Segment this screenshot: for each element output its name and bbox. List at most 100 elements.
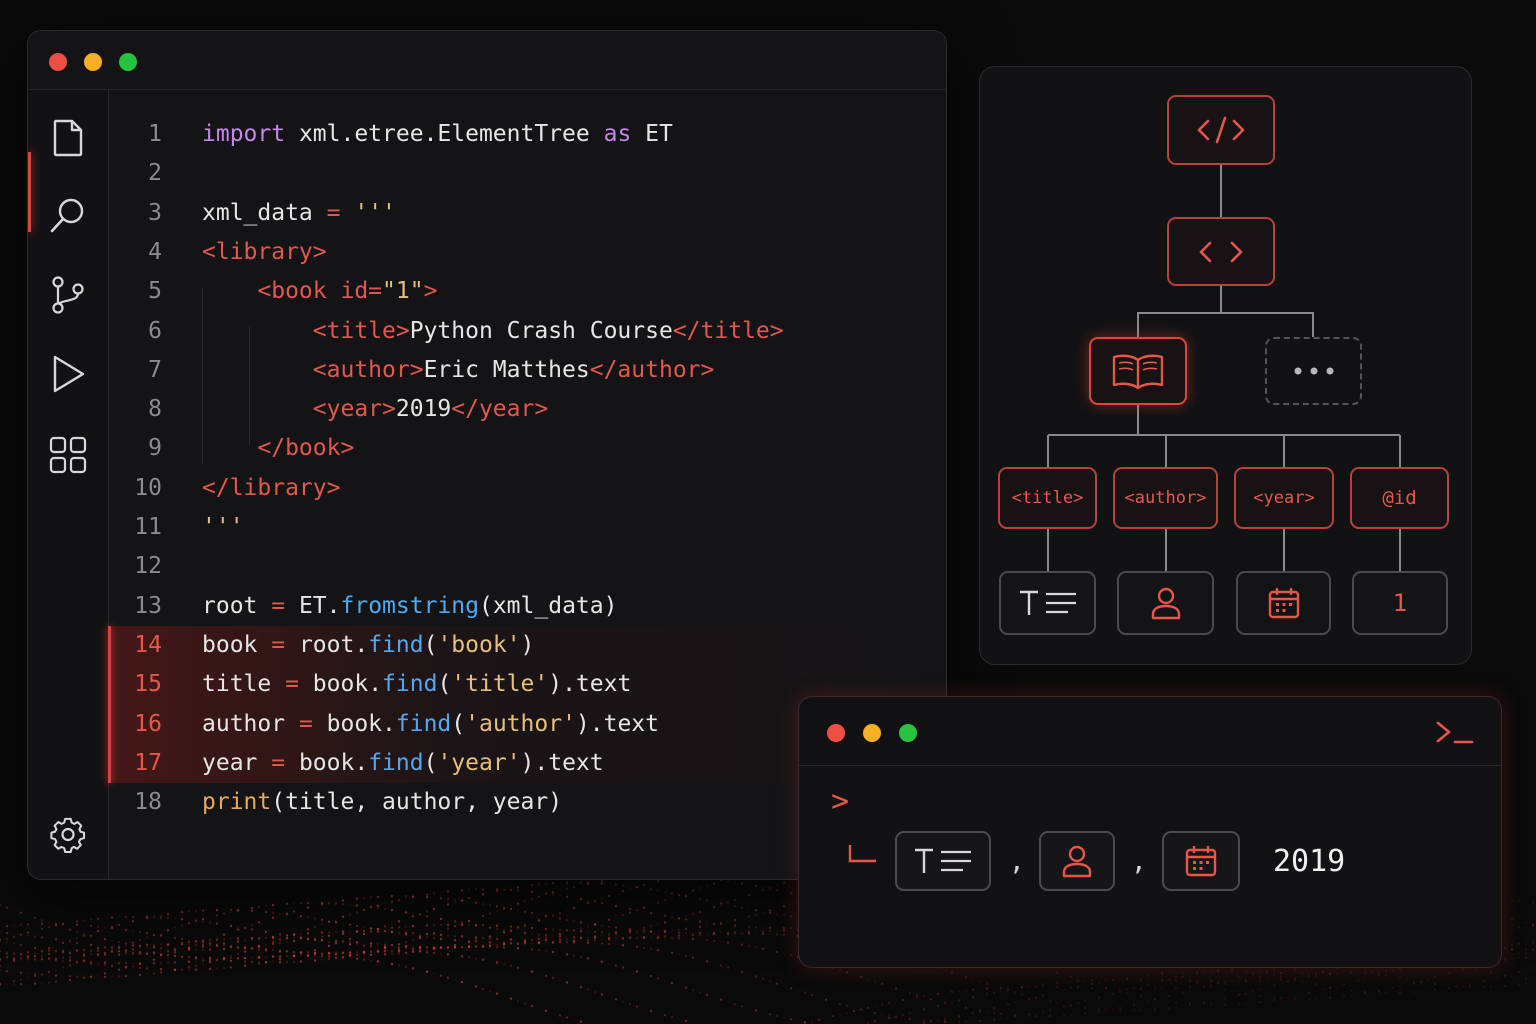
line-number: 6: [148, 317, 162, 344]
code-token: (: [423, 749, 438, 776]
code-token: <year>: [312, 396, 396, 423]
code-token: find: [368, 631, 424, 658]
code-text: </book>: [202, 429, 354, 468]
code-token: =: [326, 199, 341, 226]
open-book-icon: [1112, 354, 1164, 390]
code-line[interactable]: 14 book = root.find('book'): [108, 626, 946, 665]
code-line[interactable]: 7 <author>Eric Matthes</author>: [108, 351, 946, 390]
code-token: book: [202, 631, 272, 658]
run-icon[interactable]: [48, 354, 88, 394]
code-token: >: [423, 278, 438, 305]
ellipsis-icon: [1294, 367, 1333, 375]
author-element-node[interactable]: <author>: [1113, 467, 1218, 529]
code-text: author = book.find('author').text: [202, 705, 659, 744]
minimize-window-button[interactable]: [84, 53, 102, 71]
year-element-node[interactable]: <year>: [1234, 467, 1334, 529]
code-token: </library>: [202, 474, 341, 501]
code-text: book = root.find('book'): [202, 626, 534, 665]
code-token: 2019: [395, 396, 452, 423]
code-token: find: [382, 671, 438, 698]
code-token: fromstring: [340, 592, 479, 619]
extensions-icon[interactable]: [48, 435, 88, 475]
code-line[interactable]: 6 <title>Python Crash Course</title>: [108, 312, 946, 351]
code-token: xml.etree.ElementTree: [285, 121, 604, 147]
code-line[interactable]: 4 <library>: [108, 233, 946, 272]
author-value-node[interactable]: [1117, 571, 1214, 635]
source-control-icon[interactable]: [48, 275, 88, 315]
title-element-node[interactable]: <title>: [998, 467, 1097, 529]
code-text: root = ET.fromstring(xml_data): [202, 587, 617, 626]
search-icon[interactable]: [48, 195, 88, 235]
code-text: <year>2019</year>: [202, 390, 548, 429]
code-line[interactable]: 9 </book>: [108, 429, 946, 468]
book-element-node[interactable]: [1089, 337, 1187, 405]
code-token: <title>: [312, 317, 410, 344]
line-number: 18: [134, 789, 162, 816]
calendar-icon: [1185, 846, 1217, 877]
code-token: ET: [631, 121, 673, 147]
code-token: title: [202, 671, 286, 698]
line-number: 10: [134, 474, 162, 501]
code-token: as: [603, 121, 632, 147]
code-token: book.: [298, 671, 383, 698]
code-token: </book>: [257, 435, 355, 462]
code-line[interactable]: 2: [108, 154, 946, 193]
line-number: 5: [148, 278, 162, 305]
output-year-chip: [1162, 831, 1240, 891]
code-text: year = book.find('year').text: [202, 744, 604, 783]
text-icon: [1019, 590, 1076, 615]
xml-tree-panel: <title> <author> <year> @id 1: [979, 66, 1472, 665]
code-token: (: [451, 710, 466, 737]
line-number: 8: [148, 396, 162, 423]
code-token: book.: [285, 749, 369, 776]
code-token: </year>: [451, 396, 549, 423]
settings-icon[interactable]: [48, 815, 88, 855]
output-separator: ,: [1131, 847, 1147, 877]
code-text: import xml.etree.ElementTree as ET: [202, 115, 673, 154]
title-text-value-node[interactable]: [999, 571, 1096, 635]
more-nodes-placeholder[interactable]: [1265, 337, 1362, 405]
code-line[interactable]: 12: [108, 547, 946, 586]
library-element-node[interactable]: [1167, 217, 1275, 286]
maximize-window-button[interactable]: [119, 53, 137, 71]
code-token: =: [271, 592, 286, 619]
line-number: 16: [134, 710, 162, 737]
id-value-node[interactable]: 1: [1352, 571, 1448, 635]
code-token: =: [271, 631, 286, 658]
code-line[interactable]: 10 </library>: [108, 469, 946, 508]
code-text: title = book.find('title').text: [202, 665, 631, 704]
maximize-window-button[interactable]: [899, 724, 917, 742]
close-window-button[interactable]: [827, 724, 845, 742]
code-token: ): [520, 631, 535, 658]
code-line[interactable]: 13 root = ET.fromstring(xml_data): [108, 587, 946, 626]
xml-root-node[interactable]: [1167, 95, 1275, 165]
files-icon[interactable]: [48, 118, 88, 158]
code-line[interactable]: 5 <book id="1">: [108, 272, 946, 311]
code-line[interactable]: 1 import xml.etree.ElementTree as ET: [108, 115, 946, 154]
code-line[interactable]: 11 ''': [108, 508, 946, 547]
active-indicator: [28, 152, 31, 232]
code-token: Python Crash Course: [409, 317, 673, 344]
minimize-window-button[interactable]: [863, 724, 881, 742]
year-value-node[interactable]: [1236, 571, 1331, 635]
code-token: ''': [202, 514, 244, 540]
terminal-titlebar: [799, 697, 1501, 766]
prompt-chevron: >: [831, 784, 850, 819]
code-line[interactable]: 8 <year>2019</year>: [108, 390, 946, 429]
code-line[interactable]: 3 xml_data = ''': [108, 194, 946, 233]
code-token: <library>: [202, 238, 327, 265]
line-number: 13: [134, 592, 162, 619]
code-tag-icon: [1197, 116, 1245, 144]
code-token: (: [437, 671, 452, 698]
close-window-button[interactable]: [49, 53, 67, 71]
code-text: print(title, author, year): [202, 783, 562, 822]
line-number: 4: [148, 238, 162, 265]
code-text: <title>Python Crash Course</title>: [202, 312, 784, 351]
code-text: <author>Eric Matthes</author>: [202, 351, 715, 390]
id-attribute-node[interactable]: @id: [1350, 467, 1449, 529]
